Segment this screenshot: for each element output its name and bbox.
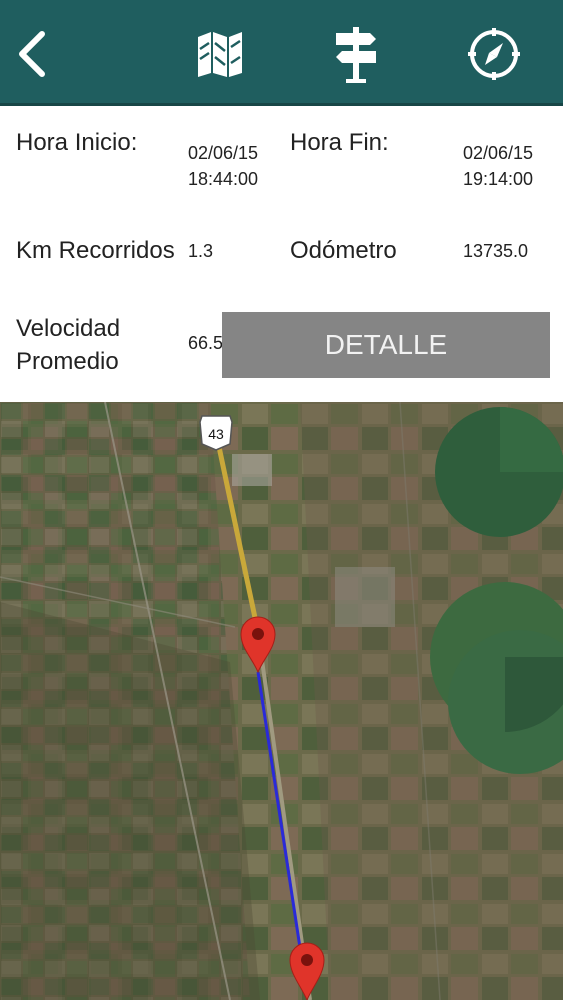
signpost-icon [336,27,376,83]
directions-button[interactable] [326,24,386,84]
chevron-left-icon [19,31,45,77]
end-date-value: 02/06/15 [463,143,534,163]
detail-button[interactable]: DETALLE [222,312,550,378]
km-label: Km Recorridos [16,237,175,264]
km-value: 1.3 [188,241,214,261]
avg-speed-label-line2: Promedio [16,348,119,375]
back-button[interactable] [2,24,62,84]
top-toolbar [0,0,563,106]
highway-shield-label: 43 [208,426,224,442]
compass-icon [468,28,520,80]
avg-speed-label-line1: Velocidad [16,315,121,342]
start-time-value: 18:44:00 [188,169,259,189]
odometer-label: Odómetro [290,237,397,264]
end-time-label: Hora Fin: [290,129,389,156]
end-time-value: 19:14:00 [463,169,534,189]
avg-speed-value: 66.5 [188,333,224,353]
satellite-map[interactable]: 43 [0,402,563,1000]
compass-button[interactable] [464,24,524,84]
map-button[interactable] [190,24,250,84]
start-time-label: Hora Inicio: [16,129,138,156]
highway-shield-icon: 43 [199,415,233,451]
map-icon [198,32,242,77]
start-date-value: 02/06/15 [188,143,259,163]
map-canvas: 43 [0,402,563,1000]
odometer-value: 13735.0 [463,241,529,261]
